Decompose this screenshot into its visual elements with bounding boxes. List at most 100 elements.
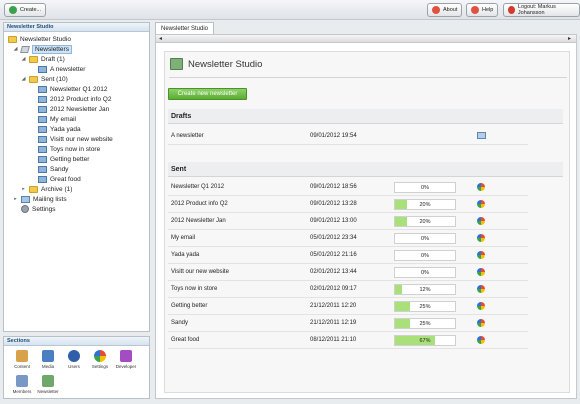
stats-icon[interactable] — [477, 217, 485, 225]
tree-node-sent-item[interactable]: 2012 Product info Q2 — [38, 94, 111, 104]
media-icon — [42, 350, 54, 362]
tree-node-mailing-lists[interactable]: ▸ Mailing lists — [13, 194, 67, 204]
tree-node-sent-item-label: Toys now in store — [50, 145, 101, 153]
tree-node-archive[interactable]: ▸ Archive (1) — [21, 184, 72, 194]
section-content[interactable]: Content — [10, 350, 34, 369]
help-button[interactable]: Help — [466, 3, 499, 17]
sent-date: 09/01/2012 18:56 — [310, 184, 357, 190]
tree-node-sent-item-label: Visitt our new website — [50, 135, 113, 143]
stats-icon[interactable] — [477, 200, 485, 208]
stats-icon[interactable] — [477, 251, 485, 259]
sent-row[interactable]: Yada yada 05/01/2012 21:16 0% — [168, 248, 528, 264]
newsletter-doc-icon — [38, 85, 47, 93]
expand-arrow-icon[interactable]: ◢ — [21, 76, 26, 82]
section-developer[interactable]: Developer — [114, 350, 138, 369]
tree-node-sent-item[interactable]: Yada yada — [38, 124, 81, 134]
stats-icon[interactable] — [477, 336, 485, 344]
section-media-label: Media — [41, 364, 55, 369]
newsletter-doc-icon — [38, 65, 47, 73]
sent-row[interactable]: 2012 Newsletter Jan 09/01/2012 13:00 20% — [168, 214, 528, 230]
stats-icon[interactable] — [477, 285, 485, 293]
stats-icon[interactable] — [477, 234, 485, 242]
developer-icon — [120, 350, 132, 362]
tree-node-settings[interactable]: Settings — [21, 204, 56, 214]
newsletter-doc-icon — [38, 175, 47, 183]
users-icon — [68, 350, 80, 362]
progress-label: 67% — [419, 338, 431, 344]
sent-folder-icon — [29, 75, 38, 83]
draft-date: 09/01/2012 19:54 — [310, 133, 357, 139]
create-button[interactable]: Create... — [4, 3, 47, 17]
sent-name: 2012 Newsletter Jan — [171, 218, 226, 224]
section-newsletter-label: Newsletter — [37, 389, 59, 394]
stats-icon[interactable] — [477, 319, 485, 327]
tree-node-sent-item[interactable]: Sandy — [38, 164, 68, 174]
sent-row[interactable]: Visitt our new website 02/01/2012 13:44 … — [168, 265, 528, 281]
draft-name: A newsletter — [171, 133, 204, 139]
tree-node-mailing-lists-label: Mailing lists — [33, 195, 67, 203]
progress-bar: 0% — [394, 233, 456, 244]
sent-row[interactable]: Toys now in store 02/01/2012 09:17 12% — [168, 282, 528, 298]
expand-arrow-icon[interactable]: ◢ — [21, 56, 26, 62]
sent-row[interactable]: 2012 Product info Q2 09/01/2012 13:28 20… — [168, 197, 528, 213]
tree-node-sent-item[interactable]: Newsletter Q1 2012 — [38, 84, 107, 94]
settings-icon — [94, 350, 106, 362]
sent-row[interactable]: My email 05/01/2012 23:34 0% — [168, 231, 528, 247]
sent-row[interactable]: Newsletter Q1 2012 09/01/2012 18:56 0% — [168, 180, 528, 196]
progress-bar: 0% — [394, 182, 456, 193]
stats-icon[interactable] — [477, 302, 485, 310]
settings-icon — [21, 205, 29, 213]
nav-right-icon[interactable]: ▸ — [568, 35, 571, 43]
tree-node-newsletters-label: Newsletters — [32, 44, 72, 54]
sent-row[interactable]: Getting better 21/12/2011 12:20 25% — [168, 299, 528, 315]
progress-label: 0% — [421, 236, 429, 242]
progress-label: 25% — [419, 304, 431, 310]
tab-newsletter-studio[interactable]: Newsletter Studio — [155, 22, 215, 34]
tree-node-newsletters[interactable]: ◢ Newsletters — [13, 44, 72, 54]
edit-icon[interactable] — [477, 132, 486, 139]
about-button[interactable]: About — [427, 3, 463, 17]
members-icon — [16, 375, 28, 387]
expand-arrow-icon[interactable]: ◢ — [13, 46, 18, 52]
newsletter-doc-icon — [38, 125, 47, 133]
sent-name: Newsletter Q1 2012 — [171, 184, 225, 190]
sent-name: Toys now in store — [171, 286, 218, 292]
tree-node-sent-item[interactable]: Getting better — [38, 154, 89, 164]
tree-node-draft-item[interactable]: A newsletter — [38, 64, 85, 74]
tree-node-sent-item[interactable]: Visitt our new website — [38, 134, 113, 144]
help-icon — [471, 6, 479, 14]
tree-node-sent-item[interactable]: 2012 Newsletter Jan — [38, 104, 109, 114]
sent-date: 05/01/2012 23:34 — [310, 235, 357, 241]
tree-node-draft-label: Draft (1) — [41, 55, 65, 63]
section-newsletter[interactable]: Newsletter — [36, 375, 60, 394]
section-members[interactable]: Members — [10, 375, 34, 394]
section-settings[interactable]: Settings — [88, 350, 112, 369]
tree-node-sent-item[interactable]: Toys now in store — [38, 144, 100, 154]
sent-row[interactable]: Sandy 21/12/2011 12:19 25% — [168, 316, 528, 332]
tree-node-root[interactable]: Newsletter Studio — [8, 34, 71, 44]
draft-row[interactable]: A newsletter 09/01/2012 19:54 — [168, 129, 528, 145]
expand-arrow-icon[interactable]: ▸ — [21, 186, 26, 192]
newsletters-icon — [20, 45, 30, 53]
tree-node-archive-label: Archive (1) — [41, 185, 73, 193]
progress-label: 0% — [421, 270, 429, 276]
newsletter-doc-icon — [38, 95, 47, 103]
tree-node-draft[interactable]: ◢ Draft (1) — [21, 54, 65, 64]
nav-left-icon[interactable]: ◂ — [159, 35, 162, 43]
sent-row[interactable]: Great food 08/12/2011 21:10 67% — [168, 333, 528, 349]
logout-button[interactable]: Logout: Markus Johansson — [503, 3, 580, 17]
tree-node-sent-item-label: Yada yada — [50, 125, 81, 133]
about-icon — [432, 6, 440, 14]
tree-node-sent-item[interactable]: Great food — [38, 174, 81, 184]
create-newsletter-button[interactable]: Create new newsletter — [168, 88, 247, 100]
section-users[interactable]: Users — [62, 350, 86, 369]
page-title-text: Newsletter Studio — [188, 58, 263, 70]
section-media[interactable]: Media — [36, 350, 60, 369]
progress-label: 20% — [419, 202, 431, 208]
stats-icon[interactable] — [477, 183, 485, 191]
newsletter-icon — [42, 375, 54, 387]
tree-node-sent[interactable]: ◢ Sent (10) — [21, 74, 68, 84]
stats-icon[interactable] — [477, 268, 485, 276]
tree-node-sent-item[interactable]: My email — [38, 114, 76, 124]
expand-arrow-icon[interactable]: ▸ — [13, 196, 18, 202]
